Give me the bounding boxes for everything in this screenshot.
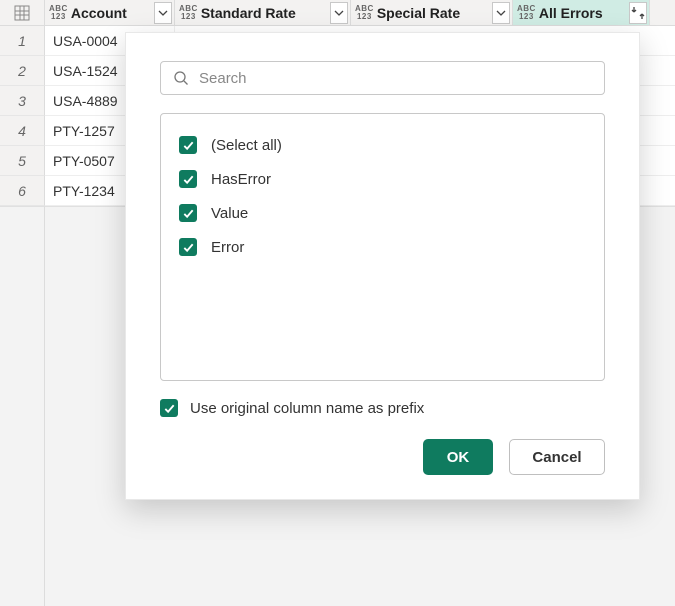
- column-header[interactable]: ABC123Standard Rate: [175, 0, 351, 25]
- select-all-cell[interactable]: [0, 0, 45, 25]
- field-option[interactable]: Error: [179, 230, 586, 264]
- field-option-label: Value: [211, 205, 248, 222]
- row-header[interactable]: 1: [0, 26, 45, 56]
- cancel-button[interactable]: Cancel: [509, 439, 605, 475]
- column-header-row: ABC123AccountABC123Standard RateABC123Sp…: [0, 0, 675, 26]
- row-header[interactable]: 4: [0, 116, 45, 146]
- table-icon: [14, 5, 30, 21]
- check-icon: [182, 139, 195, 152]
- row-header[interactable]: 3: [0, 86, 45, 116]
- field-option-label: Error: [211, 239, 244, 256]
- search-icon: [173, 70, 189, 86]
- prefix-checkbox[interactable]: [160, 399, 178, 417]
- checkbox[interactable]: [179, 204, 197, 222]
- check-icon: [182, 241, 195, 254]
- expand-column-popup: (Select all) HasError Value Error Use origi…: [125, 32, 640, 500]
- prefix-label: Use original column name as prefix: [190, 400, 424, 417]
- column-name: All Errors: [539, 5, 626, 21]
- column-header[interactable]: ABC123Special Rate: [351, 0, 513, 25]
- field-option[interactable]: HasError: [179, 162, 586, 196]
- expand-icon[interactable]: [629, 2, 647, 24]
- chevron-down-icon[interactable]: [154, 2, 172, 24]
- prefix-option-row[interactable]: Use original column name as prefix: [160, 399, 605, 417]
- empty-area: [0, 206, 45, 606]
- check-icon: [182, 173, 195, 186]
- row-header[interactable]: 5: [0, 146, 45, 176]
- column-header[interactable]: ABC123All Errors: [513, 0, 650, 25]
- search-box[interactable]: [160, 61, 605, 95]
- chevron-down-icon[interactable]: [492, 2, 510, 24]
- chevron-down-icon[interactable]: [330, 2, 348, 24]
- check-icon: [182, 207, 195, 220]
- field-option-label: (Select all): [211, 137, 282, 154]
- search-input[interactable]: [197, 69, 592, 88]
- field-list: (Select all) HasError Value Error: [160, 113, 605, 381]
- checkbox[interactable]: [179, 170, 197, 188]
- field-option[interactable]: Value: [179, 196, 586, 230]
- datatype-any-icon: ABC123: [49, 5, 68, 21]
- datatype-any-icon: ABC123: [355, 5, 374, 21]
- column-name: Standard Rate: [201, 5, 327, 21]
- check-icon: [163, 402, 176, 415]
- row-header[interactable]: 2: [0, 56, 45, 86]
- checkbox[interactable]: [179, 238, 197, 256]
- dialog-buttons: OK Cancel: [160, 439, 605, 475]
- column-header[interactable]: ABC123Account: [45, 0, 175, 25]
- column-name: Account: [71, 5, 151, 21]
- field-option[interactable]: (Select all): [179, 128, 586, 162]
- row-header[interactable]: 6: [0, 176, 45, 206]
- datatype-any-icon: ABC123: [179, 5, 198, 21]
- row-headers: 123456: [0, 26, 45, 606]
- column-name: Special Rate: [377, 5, 489, 21]
- field-option-label: HasError: [211, 171, 271, 188]
- ok-button[interactable]: OK: [423, 439, 493, 475]
- datatype-any-icon: ABC123: [517, 5, 536, 21]
- checkbox[interactable]: [179, 136, 197, 154]
